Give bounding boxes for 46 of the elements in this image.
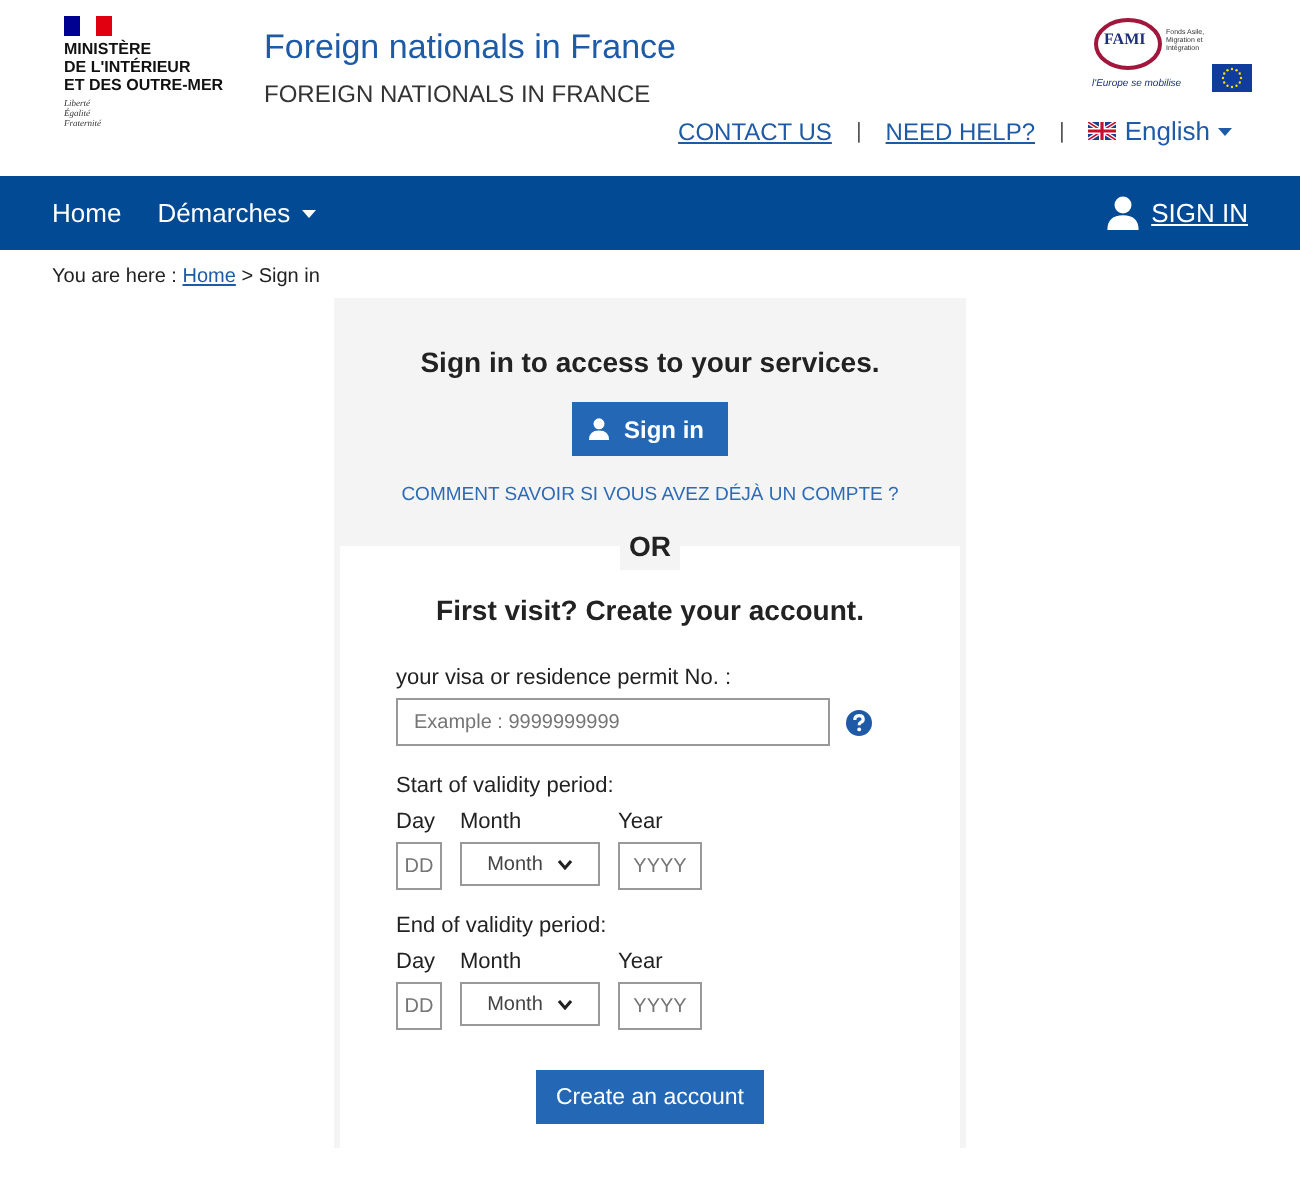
day-field[interactable]: DD (396, 982, 442, 1030)
month-label: Month (460, 950, 524, 974)
chevron-icon (558, 999, 573, 1009)
header-link[interactable]: CONTACT US (678, 117, 832, 145)
permit-number-field[interactable]: Example : 9999999999 (396, 698, 830, 746)
fami-name: FAMI (1104, 30, 1146, 48)
caret-icon (1218, 127, 1232, 135)
month-select[interactable]: Month (460, 842, 600, 886)
nav-item[interactable]: Démarches (157, 198, 317, 228)
year-label: Year (618, 810, 665, 834)
account-help-link[interactable]: COMMENT SAVOIR SI VOUS AVEZ DÉJÀ UN COMPTE ? (401, 484, 899, 506)
site-title: Foreign nationals in France (264, 28, 677, 68)
year-field[interactable]: YYYY (618, 982, 702, 1030)
separator: | (1059, 119, 1065, 143)
year-field[interactable]: YYYY (618, 842, 702, 890)
sign-in-link[interactable]: SIGN IN (1105, 196, 1248, 230)
site-subtitle: FOREIGN NATIONALS IN FRANCE (264, 80, 653, 108)
month-label: Month (460, 810, 524, 834)
language-selector[interactable]: English (1088, 116, 1232, 146)
day-label: Day (396, 810, 438, 834)
help-icon[interactable] (846, 709, 872, 735)
ministry-name: MINISTÈRE DE L'INTÉRIEUR ET DES OUTRE-MER (64, 40, 226, 94)
nav-item[interactable]: Home (52, 198, 122, 228)
header-link[interactable]: NEED HELP? (885, 117, 1035, 145)
year-label: Year (618, 950, 665, 974)
breadcrumb-link[interactable]: Home (182, 266, 236, 288)
create-heading: First visit? Create your account. (434, 594, 866, 626)
user-icon (1105, 196, 1140, 230)
period-label: Start of validity period: (396, 774, 616, 798)
breadcrumb: You are here : Home > Sign in (50, 264, 322, 292)
month-select[interactable]: Month (460, 982, 600, 1026)
period-label: End of validity period: (396, 914, 609, 938)
flag-icon (64, 16, 112, 36)
caret-icon (302, 209, 317, 217)
permit-label: your visa or residence permit No. : (396, 666, 734, 690)
separator: | (855, 119, 862, 143)
day-field[interactable]: DD (396, 842, 442, 890)
user-icon (588, 418, 610, 440)
sign-in-button[interactable]: Sign in (572, 402, 728, 456)
create-account-button[interactable]: Create an account (536, 1070, 764, 1124)
eu-flag-icon (1212, 64, 1252, 92)
chevron-icon (558, 859, 573, 869)
day-label: Day (396, 950, 438, 974)
sign-in-heading: Sign in to access to your services. (420, 346, 880, 378)
or-divider: OR (629, 530, 671, 562)
uk-flag-icon (1088, 122, 1117, 140)
